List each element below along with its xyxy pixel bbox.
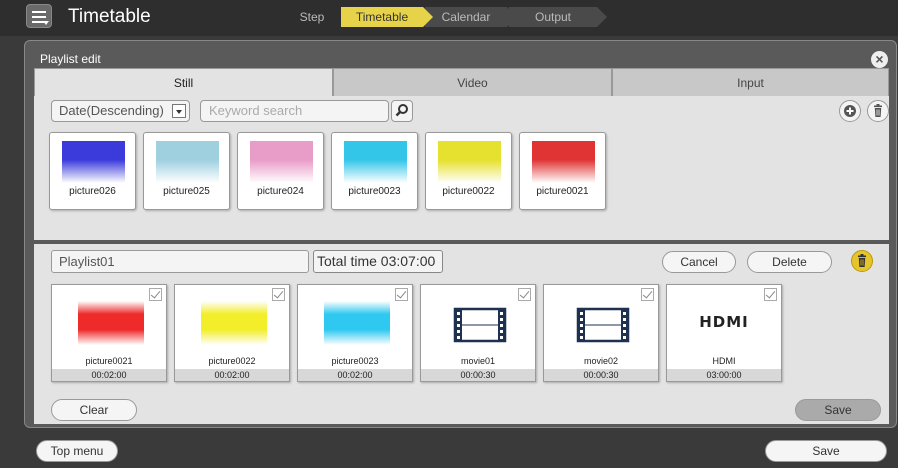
hdmi-icon: HDMI	[699, 313, 749, 331]
library-thumbnail[interactable]: picture026	[49, 132, 136, 210]
item-duration: 00:02:00	[298, 369, 412, 381]
tab-still[interactable]: Still	[34, 68, 333, 96]
item-duration: 00:02:00	[175, 369, 289, 381]
item-duration: 03:00:00	[667, 369, 781, 381]
item-name: picture0021	[85, 356, 133, 366]
library-thumbnail[interactable]: picture0021	[519, 132, 606, 210]
trash-icon	[874, 104, 882, 117]
thumbnail-label: picture0021	[536, 186, 589, 197]
chevron-down-icon	[172, 104, 186, 118]
thumbnail-image	[156, 141, 219, 183]
item-duration: 00:00:30	[544, 369, 658, 381]
bottom-bar: Top menu Save	[0, 436, 898, 468]
item-image	[201, 301, 267, 345]
sort-select[interactable]: Date(Descending)	[51, 100, 190, 122]
item-checkbox[interactable]	[395, 288, 408, 301]
sort-select-value: Date(Descending)	[59, 103, 164, 118]
item-checkbox[interactable]	[272, 288, 285, 301]
playlist-edit-dialog: Playlist edit × Still Video Input Date(Des…	[24, 40, 897, 428]
library-thumbnails: picture026 picture025 picture024 picture002…	[49, 132, 613, 210]
item-checkbox[interactable]	[641, 288, 654, 301]
library-thumbnail[interactable]: picture025	[143, 132, 230, 210]
thumbnail-image	[62, 141, 125, 183]
dialog-title: Playlist edit	[40, 52, 101, 66]
item-name: picture0022	[208, 356, 256, 366]
library-thumbnail[interactable]: picture024	[237, 132, 324, 210]
film-icon	[574, 303, 632, 352]
thumbnail-label: picture024	[257, 186, 304, 197]
step-indicator: Step Timetable Calendar Output	[285, 7, 607, 27]
playlist-items: picture0021 00:02:00 picture0022 00:02:00 pi…	[51, 284, 789, 382]
clear-button[interactable]: Clear	[51, 399, 137, 421]
item-checkbox[interactable]	[764, 288, 777, 301]
library-panel: Date(Descending) Keyword search picture0…	[34, 96, 889, 240]
thumbnail-label: picture025	[163, 186, 210, 197]
total-time: Total time 03:07:00	[313, 250, 443, 273]
playlist-item[interactable]: movie02 00:00:30	[543, 284, 659, 382]
library-thumbnail[interactable]: picture0023	[331, 132, 418, 210]
thumbnail-label: picture026	[69, 186, 116, 197]
item-duration: 00:02:00	[52, 369, 166, 381]
save-button[interactable]: Save	[765, 440, 887, 462]
tab-video[interactable]: Video	[333, 68, 612, 96]
keyword-search-input[interactable]: Keyword search	[200, 100, 389, 122]
search-button[interactable]	[391, 100, 413, 122]
thumbnail-label: picture0023	[348, 186, 401, 197]
item-name: movie02	[583, 356, 619, 366]
tab-input[interactable]: Input	[612, 68, 889, 96]
step-calendar[interactable]: Calendar	[425, 7, 517, 27]
search-icon	[395, 104, 408, 117]
close-icon[interactable]: ×	[871, 51, 888, 68]
playlist-item[interactable]: movie01 00:00:30	[420, 284, 536, 382]
playlist-item[interactable]: picture0023 00:02:00	[297, 284, 413, 382]
playlist-name-input[interactable]: Playlist01	[51, 250, 309, 273]
item-name: movie01	[460, 356, 496, 366]
app-title: Timetable	[68, 6, 151, 27]
playlist-trash-button[interactable]	[851, 250, 873, 272]
item-checkbox[interactable]	[518, 288, 531, 301]
top-bar: Timetable Step Timetable Calendar Output	[0, 0, 898, 36]
film-icon	[451, 303, 509, 352]
library-delete-button[interactable]	[867, 100, 889, 122]
thumbnail-label: picture0022	[442, 186, 495, 197]
thumbnail-image	[532, 141, 595, 183]
source-tabs: Still Video Input	[34, 68, 889, 96]
playlist-item[interactable]: picture0022 00:02:00	[174, 284, 290, 382]
menu-icon[interactable]	[26, 4, 52, 28]
playlist-item[interactable]: picture0021 00:02:00	[51, 284, 167, 382]
playlist-item[interactable]: HDMI HDMI 03:00:00	[666, 284, 782, 382]
step-output[interactable]: Output	[509, 7, 607, 27]
item-name: HDMI	[712, 356, 736, 366]
add-icon	[844, 105, 856, 117]
item-name: picture0023	[331, 356, 379, 366]
thumbnail-image	[344, 141, 407, 183]
item-duration: 00:00:30	[421, 369, 535, 381]
item-image	[324, 301, 390, 345]
trash-icon	[858, 254, 866, 267]
item-image	[78, 301, 144, 345]
add-button[interactable]	[839, 100, 861, 122]
step-step: Step	[299, 10, 325, 24]
thumbnail-image	[438, 141, 501, 183]
cancel-button[interactable]: Cancel	[662, 251, 736, 273]
playlist-panel: Playlist01 Total time 03:07:00 Cancel De…	[34, 244, 889, 424]
delete-button[interactable]: Delete	[747, 251, 832, 273]
playlist-save-button[interactable]: Save	[795, 399, 881, 421]
thumbnail-image	[250, 141, 313, 183]
top-menu-button[interactable]: Top menu	[36, 440, 118, 462]
item-checkbox[interactable]	[149, 288, 162, 301]
step-timetable[interactable]: Timetable	[341, 7, 433, 27]
library-thumbnail[interactable]: picture0022	[425, 132, 512, 210]
